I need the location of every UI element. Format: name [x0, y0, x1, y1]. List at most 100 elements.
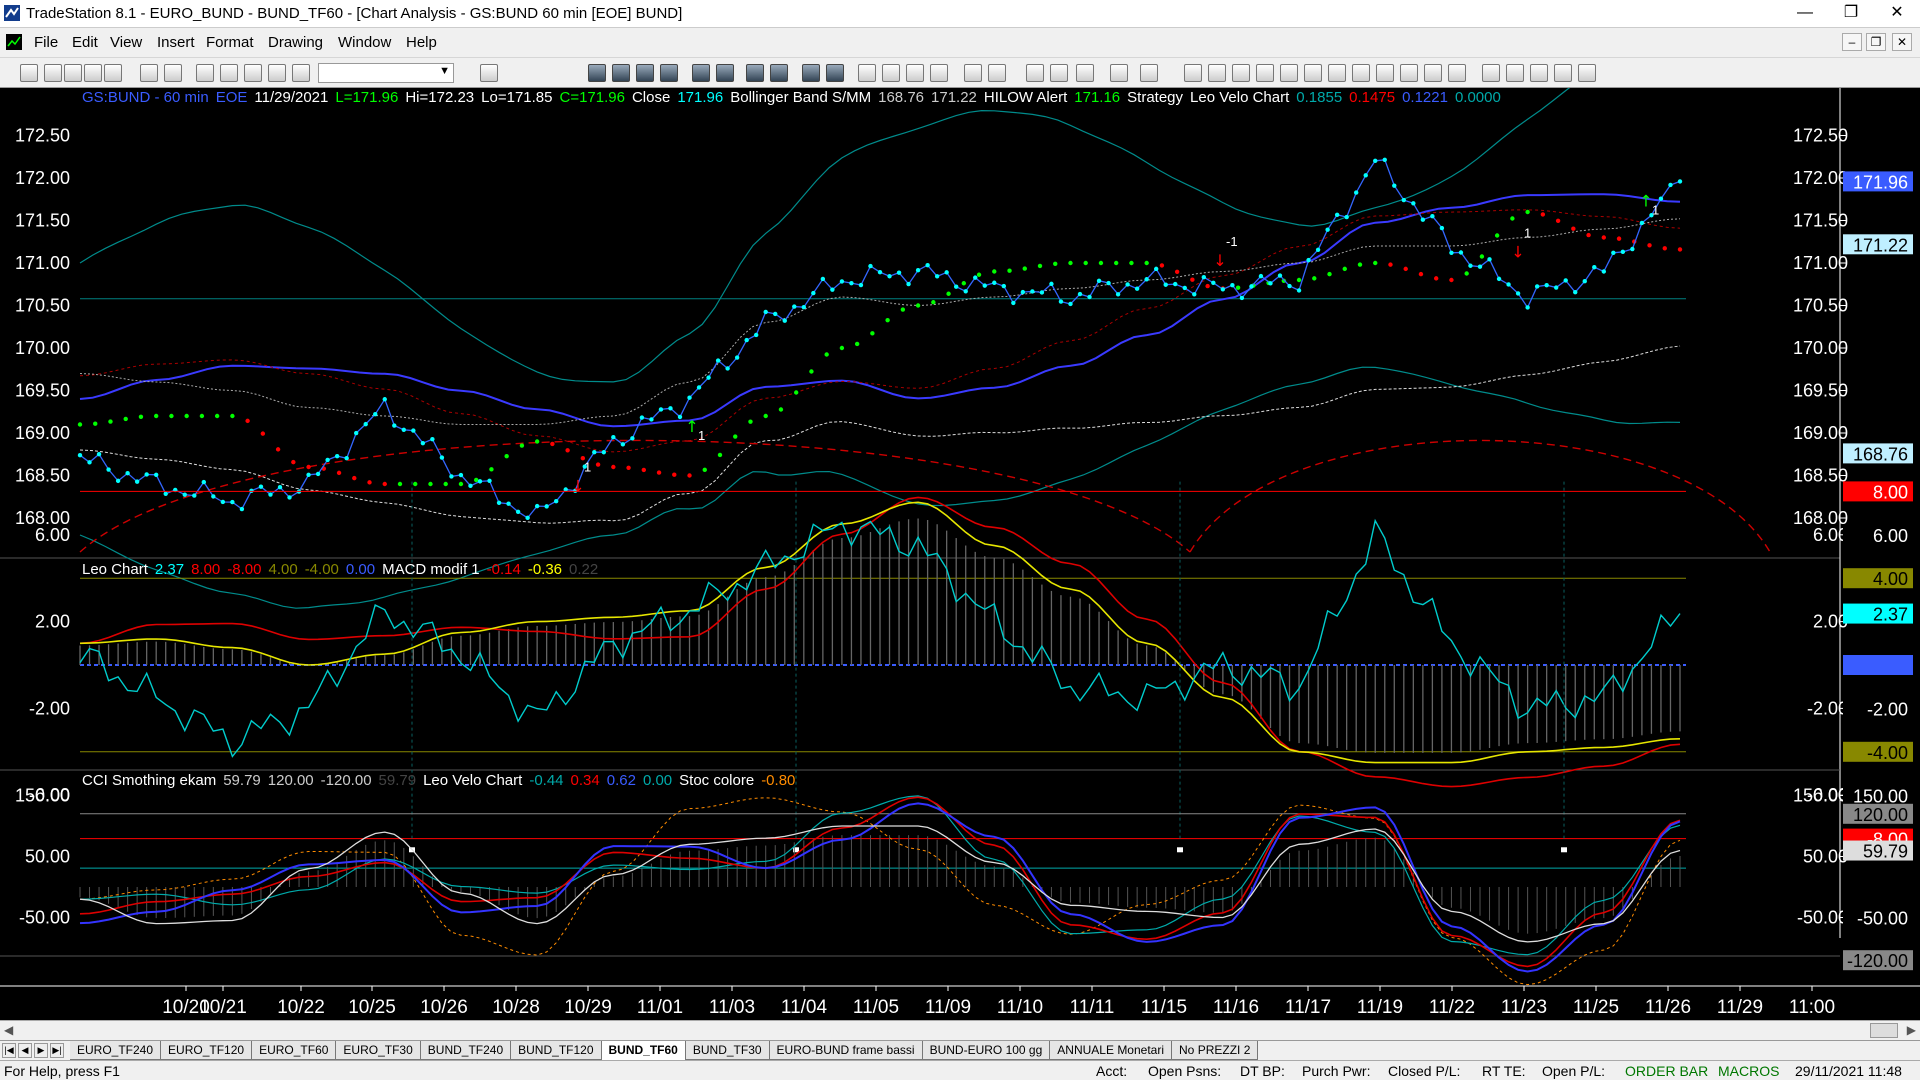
close-price-marker: [706, 375, 711, 380]
workspace-tab[interactable]: ANNUALE Monetari: [1050, 1041, 1173, 1060]
workspace-tab[interactable]: BUND_TF240: [420, 1041, 512, 1060]
workspace-tab[interactable]: No PREZZI 2: [1172, 1041, 1259, 1060]
copy-icon[interactable]: [220, 64, 238, 82]
tab-first-icon[interactable]: |◀: [2, 1043, 16, 1058]
rectangle-icon[interactable]: [1554, 64, 1572, 82]
tools-icon[interactable]: [1076, 64, 1094, 82]
arc-icon[interactable]: [1400, 64, 1418, 82]
scanner-icon[interactable]: [770, 64, 788, 82]
new-icon[interactable]: [20, 64, 38, 82]
open-icon[interactable]: [44, 64, 62, 82]
horizontal-scrollbar[interactable]: ◀ ▶: [0, 1020, 1920, 1040]
candlestick-icon[interactable]: [612, 64, 630, 82]
print-preview-icon[interactable]: [140, 64, 158, 82]
cut-icon[interactable]: [196, 64, 214, 82]
status-order-bar[interactable]: ORDER BAR: [1625, 1063, 1708, 1079]
channel-icon[interactable]: [1232, 64, 1250, 82]
regression-icon[interactable]: [1352, 64, 1370, 82]
gann-icon[interactable]: [1280, 64, 1298, 82]
menu-insert[interactable]: Insert: [157, 34, 195, 51]
workspace-tab[interactable]: BUND_TF120: [511, 1041, 602, 1060]
close-price-marker: [1477, 264, 1483, 269]
menu-edit[interactable]: Edit: [72, 34, 98, 51]
zoom-in-icon[interactable]: [964, 64, 982, 82]
symbol-combo[interactable]: ▼: [318, 63, 454, 83]
close-button[interactable]: ✕: [1874, 0, 1920, 26]
panel-1-header-item: 171.22: [931, 89, 977, 106]
leo-left-tick: 6.00: [35, 525, 70, 545]
pointer-icon[interactable]: [930, 64, 948, 82]
extension-icon[interactable]: [1376, 64, 1394, 82]
close-price-marker: [249, 488, 254, 494]
fibonacci-icon[interactable]: [1256, 64, 1274, 82]
new-window-icon[interactable]: [64, 64, 82, 82]
indicator-icon[interactable]: [692, 64, 710, 82]
lock-icon[interactable]: [244, 64, 262, 82]
compress-icon[interactable]: [858, 64, 876, 82]
close-price-marker: [763, 309, 768, 315]
insert-icon[interactable]: [292, 64, 310, 82]
workspace-tab[interactable]: EURO_TF120: [161, 1041, 253, 1060]
pencil-icon[interactable]: [268, 64, 286, 82]
chart-analysis-canvas[interactable]: ↓-1↓1↑ 1↓1↑ 1GS:BUND - 60 min EOE 11/29/2021…: [0, 88, 1920, 1020]
menu-file[interactable]: File: [34, 34, 58, 51]
tab-next-icon[interactable]: ▶: [34, 1043, 48, 1058]
minimize-button[interactable]: —: [1782, 0, 1828, 26]
workspace-tab[interactable]: BUND-EURO 100 gg: [922, 1041, 1051, 1060]
menu-help[interactable]: Help: [406, 34, 437, 51]
andrews-pitchfork-icon[interactable]: [1328, 64, 1346, 82]
trendline-icon[interactable]: [1184, 64, 1202, 82]
mdi-restore-button[interactable]: ❐: [1866, 33, 1886, 51]
zoom-search-icon[interactable]: [480, 64, 498, 82]
menu-format[interactable]: Format: [206, 34, 254, 51]
snapshot-icon[interactable]: [1140, 64, 1158, 82]
workspace-tab[interactable]: BUND_TF30: [685, 1041, 770, 1060]
hand-icon[interactable]: [1050, 64, 1068, 82]
bar-chart-icon[interactable]: [588, 64, 606, 82]
text-tool-icon[interactable]: [1578, 64, 1596, 82]
tab-prev-icon[interactable]: ◀: [18, 1043, 32, 1058]
move-icon[interactable]: [906, 64, 924, 82]
freehand-icon[interactable]: [1448, 64, 1466, 82]
data-window-icon[interactable]: [660, 64, 678, 82]
panel-1-header-item: Strategy: [1127, 89, 1183, 106]
scroll-thumb[interactable]: [1870, 1023, 1898, 1038]
scroll-right-icon[interactable]: ▶: [1907, 1023, 1916, 1037]
menu-window[interactable]: Window: [338, 34, 391, 51]
ellipse-icon[interactable]: [1530, 64, 1548, 82]
time-axis-label: 10/22: [277, 997, 325, 1018]
scroll-left-icon[interactable]: ◀: [4, 1023, 13, 1037]
workspace-tab[interactable]: EURO-BUND frame bassi: [769, 1041, 923, 1060]
select-arrow-icon[interactable]: [1026, 64, 1044, 82]
zoom-out-icon[interactable]: [988, 64, 1006, 82]
workspace-icon[interactable]: [84, 64, 102, 82]
mdi-close-button[interactable]: ✕: [1892, 33, 1912, 51]
workspace-tab[interactable]: EURO_TF240: [70, 1041, 162, 1060]
horizontal-line-icon[interactable]: [1208, 64, 1226, 82]
matrix-icon[interactable]: [802, 64, 820, 82]
save-icon[interactable]: [104, 64, 122, 82]
cycle-icon[interactable]: [1424, 64, 1442, 82]
menu-drawing[interactable]: Drawing: [268, 34, 323, 51]
order-icon[interactable]: [826, 64, 844, 82]
workspace-tab[interactable]: EURO_TF30: [336, 1041, 421, 1060]
radar-icon[interactable]: [746, 64, 764, 82]
hilow-alert-dot: [595, 462, 601, 467]
up-arrow-tool-icon[interactable]: [1506, 64, 1524, 82]
status-macros[interactable]: MACROS: [1718, 1063, 1779, 1079]
expand-icon[interactable]: [882, 64, 900, 82]
workspace-tab[interactable]: BUND_TF60: [601, 1041, 686, 1060]
price-left-tick: 168.50: [15, 466, 70, 486]
restore-button[interactable]: ❐: [1828, 0, 1874, 26]
hilow-alert-dot: [199, 413, 205, 419]
line-chart-icon[interactable]: [636, 64, 654, 82]
menu-view[interactable]: View: [110, 34, 142, 51]
down-arrow-tool-icon[interactable]: [1482, 64, 1500, 82]
properties-icon[interactable]: [1110, 64, 1128, 82]
print-icon[interactable]: [164, 64, 182, 82]
mdi-minimize-button[interactable]: –: [1842, 33, 1862, 51]
tab-last-icon[interactable]: ▶|: [50, 1043, 64, 1058]
speed-lines-icon[interactable]: [1304, 64, 1322, 82]
workspace-tab[interactable]: EURO_TF60: [252, 1041, 337, 1060]
strategy-icon[interactable]: [716, 64, 734, 82]
